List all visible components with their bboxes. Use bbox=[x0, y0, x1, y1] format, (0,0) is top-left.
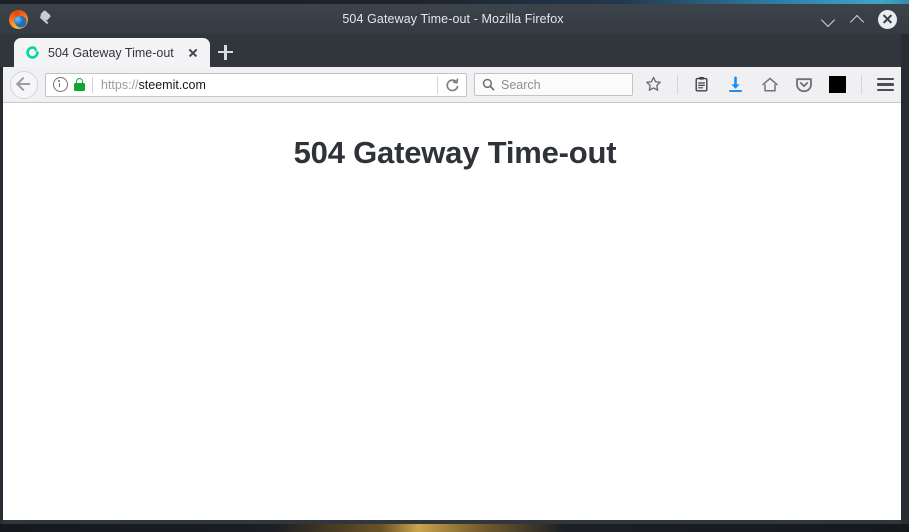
window-controls bbox=[777, 9, 909, 29]
search-input[interactable]: Search bbox=[501, 78, 541, 92]
minimize-button[interactable] bbox=[820, 11, 837, 28]
hamburger-menu-icon bbox=[877, 78, 894, 91]
url-text: https://steemit.com bbox=[101, 78, 437, 92]
browser-window: 504 Gateway Time-out - Mozilla Firefox 5… bbox=[0, 4, 909, 524]
chevron-up-icon bbox=[849, 14, 865, 29]
info-circle-icon[interactable] bbox=[53, 77, 68, 92]
extension-button[interactable] bbox=[824, 71, 851, 98]
url-host: steemit.com bbox=[138, 77, 206, 92]
download-arrow-icon bbox=[729, 76, 742, 92]
tab-504-gateway-time-out[interactable]: 504 Gateway Time-out bbox=[14, 38, 210, 67]
pin-icon[interactable] bbox=[38, 11, 54, 27]
url-right-divider bbox=[437, 75, 438, 94]
toolbar-divider-2 bbox=[861, 75, 862, 94]
tab-strip: 504 Gateway Time-out bbox=[0, 34, 909, 67]
clipboard-icon bbox=[695, 77, 708, 92]
reload-button[interactable] bbox=[440, 74, 464, 96]
steemit-spiral-favicon bbox=[25, 45, 40, 60]
bookmark-star-button[interactable] bbox=[640, 71, 667, 98]
menu-button[interactable] bbox=[872, 71, 899, 98]
chevron-down-icon bbox=[820, 12, 836, 27]
window-border-left bbox=[0, 67, 3, 524]
home-button[interactable] bbox=[756, 71, 783, 98]
maximize-button[interactable] bbox=[849, 11, 866, 29]
black-square-icon bbox=[829, 76, 846, 93]
window-title: 504 Gateway Time-out - Mozilla Firefox bbox=[342, 12, 564, 26]
back-button[interactable] bbox=[10, 70, 38, 99]
url-bar[interactable]: https://steemit.com bbox=[45, 72, 467, 97]
title-bar: 504 Gateway Time-out - Mozilla Firefox bbox=[0, 4, 909, 34]
padlock-icon[interactable] bbox=[74, 78, 85, 91]
toolbar-divider bbox=[677, 75, 678, 94]
page-title: 504 Gateway Time-out bbox=[293, 135, 617, 170]
navigation-toolbar: https://steemit.com Search bbox=[0, 67, 909, 103]
firefox-logo-icon bbox=[9, 9, 28, 29]
search-bar[interactable]: Search bbox=[474, 73, 633, 96]
back-arrow-icon bbox=[18, 82, 30, 85]
tab-close-icon[interactable] bbox=[186, 46, 200, 60]
search-icon bbox=[482, 78, 495, 91]
url-scheme: https:// bbox=[101, 77, 139, 92]
url-divider bbox=[92, 76, 93, 93]
window-border-right bbox=[901, 34, 909, 524]
tab-title: 504 Gateway Time-out bbox=[48, 45, 174, 60]
star-icon bbox=[646, 76, 661, 91]
home-icon bbox=[761, 77, 778, 92]
close-button[interactable] bbox=[878, 9, 897, 29]
pocket-shield-icon bbox=[795, 78, 812, 93]
downloads-button[interactable] bbox=[722, 71, 749, 98]
page-content: 504 Gateway Time-out bbox=[0, 103, 909, 520]
library-button[interactable] bbox=[688, 71, 715, 98]
title-bar-left-icons bbox=[0, 9, 129, 29]
new-tab-button[interactable] bbox=[210, 38, 240, 67]
pocket-button[interactable] bbox=[790, 71, 817, 98]
